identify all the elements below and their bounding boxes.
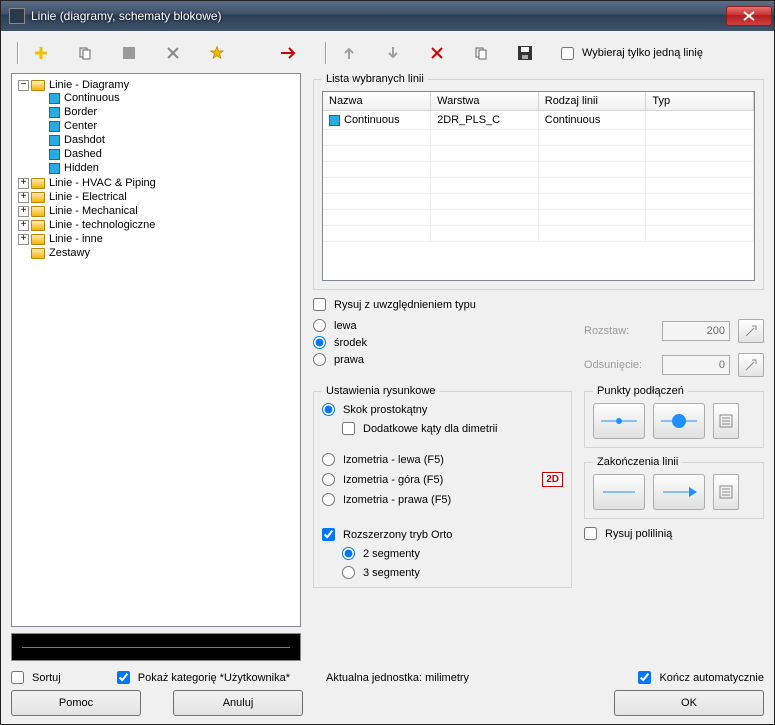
spacing-label: Rozstaw: [584, 325, 654, 337]
iso-right-radio[interactable]: Izometria - prawa (F5) [322, 493, 563, 506]
move-down-button[interactable] [381, 41, 405, 65]
offset-label: Odsunięcie: [584, 359, 654, 371]
line-icon [49, 135, 60, 146]
tree-leaf[interactable]: Border [36, 105, 296, 119]
line-icon [49, 107, 60, 118]
align-left-radio[interactable]: lewa [313, 319, 367, 332]
folder-icon [31, 206, 45, 217]
folder-icon [31, 220, 45, 231]
tree-leaf[interactable]: Dashdot [36, 133, 296, 147]
spacing-input[interactable] [662, 321, 730, 341]
copy2-button[interactable] [469, 41, 493, 65]
app-icon [9, 8, 25, 24]
ortho-radio[interactable]: Skok prostokątny [322, 403, 563, 416]
offset-pick-button[interactable] [738, 353, 764, 377]
tree-folder[interactable]: +Linie - technologiczne [18, 218, 296, 232]
line-icon [49, 121, 60, 132]
folder-icon [31, 234, 45, 245]
selected-lines-group: Lista wybranych linii Nazwa Warstwa Rodz… [313, 73, 764, 290]
tree-leaf[interactable]: Center [36, 119, 296, 133]
align-right-radio[interactable]: prawa [313, 353, 367, 366]
draw-by-type-checkbox[interactable]: Rysuj z uwzględnieniem typu [313, 298, 764, 311]
cancel-button[interactable]: Anuluj [173, 690, 303, 716]
auto-end-checkbox[interactable]: Kończ automatycznie [638, 671, 764, 684]
units-label: Aktualna jednostka: milimetry [326, 672, 469, 684]
offset-input[interactable] [662, 355, 730, 375]
tree-folder[interactable]: +Linie - HVAC & Piping [18, 176, 296, 190]
align-center-radio[interactable]: środek [313, 336, 367, 349]
save-button[interactable] [513, 41, 537, 65]
tree-leaf[interactable]: Hidden [36, 161, 296, 175]
remove-button[interactable] [425, 41, 449, 65]
toolbar-row: Wybieraj tylko jedną linię [11, 39, 764, 67]
category-tree[interactable]: −Linie - Diagramy Continuous Border Cent… [11, 73, 301, 627]
conn-points-legend: Punkty podłączeń [593, 385, 688, 397]
line-icon [329, 115, 340, 126]
folder-icon [31, 192, 45, 203]
2d-badge: 2D [542, 472, 563, 487]
connection-points-group: Punkty podłączeń [584, 385, 764, 448]
sort-checkbox[interactable]: Sortuj [11, 671, 61, 684]
tree-folder[interactable]: +Linie - Mechanical [18, 204, 296, 218]
line-icon [49, 163, 60, 174]
line-ends-group: Zakończenia linii [584, 456, 764, 519]
table-row[interactable]: Continuous 2DR_PLS_C Continuous [323, 111, 754, 130]
folder-icon [31, 248, 45, 259]
extended-ortho-checkbox[interactable]: Rozszerzony tryb Orto [322, 528, 563, 541]
polyline-checkbox[interactable]: Rysuj polilinią [584, 527, 764, 540]
favorite-button[interactable] [205, 41, 229, 65]
selected-lines-table[interactable]: Nazwa Warstwa Rodzaj linii Typ Continuou… [322, 91, 755, 281]
drawing-settings-group: Ustawienia rysunkowe Skok prostokątny Do… [313, 385, 572, 588]
line-end-none-button[interactable] [593, 474, 645, 510]
line-ends-legend: Zakończenia linii [593, 456, 682, 468]
seg3-radio[interactable]: 3 segmenty [342, 566, 563, 579]
folder-open-icon [31, 80, 45, 91]
extra-angles-checkbox[interactable]: Dodatkowe kąty dla dimetrii [342, 422, 563, 435]
tree-leaf[interactable]: Dashed [36, 147, 296, 161]
drawing-legend: Ustawienia rysunkowe [322, 385, 439, 397]
stop-button[interactable] [117, 41, 141, 65]
help-button[interactable]: Pomoc [11, 690, 141, 716]
conn-point-big-button[interactable] [653, 403, 705, 439]
folder-icon [31, 178, 45, 189]
conn-point-settings-button[interactable] [713, 403, 739, 439]
copy-button[interactable] [73, 41, 97, 65]
separator-icon [17, 42, 19, 64]
window-title: Linie (diagramy, schematy blokowe) [31, 9, 726, 23]
line-end-arrow-button[interactable] [653, 474, 705, 510]
seg2-radio[interactable]: 2 segmenty [342, 547, 563, 560]
separator-icon [325, 42, 327, 64]
spacing-pick-button[interactable] [738, 319, 764, 343]
tree-folder[interactable]: Zestawy [18, 246, 296, 260]
iso-left-radio[interactable]: Izometria - lewa (F5) [322, 453, 563, 466]
tree-folder[interactable]: +Linie - Electrical [18, 190, 296, 204]
select-one-line-checkbox[interactable]: Wybieraj tylko jedną linię [561, 47, 703, 60]
line-icon [49, 149, 60, 160]
line-preview [11, 633, 301, 661]
dialog-window: Linie (diagramy, schematy blokowe) [0, 0, 775, 725]
tree-folder[interactable]: −Linie - Diagramy Continuous Border Cent… [18, 78, 296, 176]
line-end-settings-button[interactable] [713, 474, 739, 510]
line-icon [49, 93, 60, 104]
close-button[interactable] [726, 6, 772, 26]
selected-lines-legend: Lista wybranych linii [322, 73, 428, 85]
show-user-category-checkbox[interactable]: Pokaż kategorię *Użytkownika* [117, 671, 290, 684]
ok-button[interactable]: OK [614, 690, 764, 716]
add-button[interactable] [29, 41, 53, 65]
tree-folder[interactable]: +Linie - inne [18, 232, 296, 246]
transfer-right-button[interactable] [277, 41, 301, 65]
tree-leaf[interactable]: Continuous [36, 91, 296, 105]
delete-button[interactable] [161, 41, 185, 65]
move-up-button[interactable] [337, 41, 361, 65]
conn-point-small-button[interactable] [593, 403, 645, 439]
iso-top-radio[interactable]: Izometria - góra (F5) [322, 473, 443, 486]
titlebar[interactable]: Linie (diagramy, schematy blokowe) [1, 1, 774, 31]
